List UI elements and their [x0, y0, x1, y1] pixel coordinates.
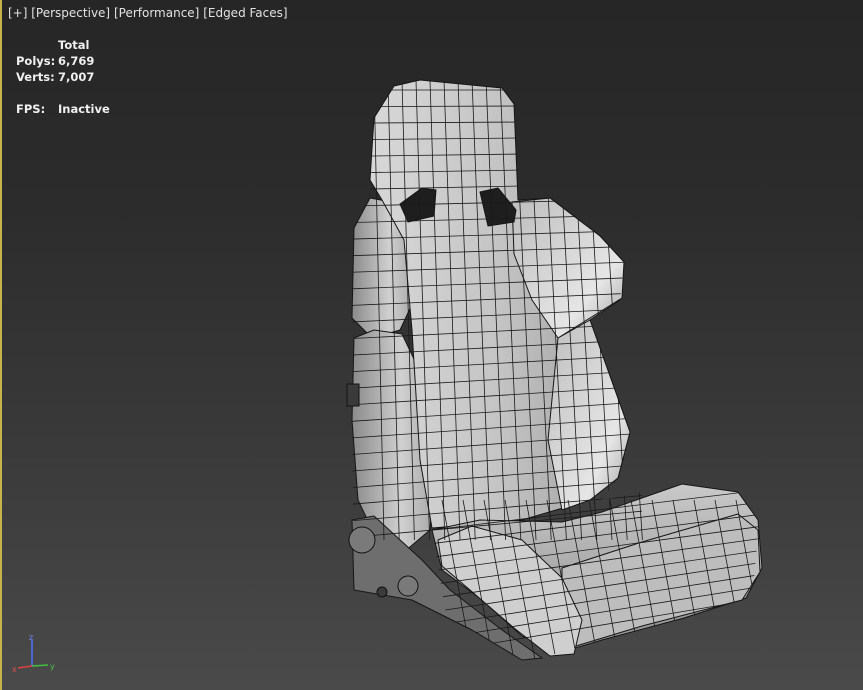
- axis-y-line: [31, 664, 49, 667]
- axis-tripod-gizmo: z x y: [12, 634, 55, 674]
- perspective-viewport[interactable]: [+] [Perspective] [Performance] [Edged F…: [0, 0, 863, 690]
- axis-x-label: x: [12, 665, 17, 674]
- adjust-knob-small: [376, 586, 388, 598]
- recline-knob-lower: [397, 575, 419, 597]
- axis-z-label: z: [29, 634, 33, 642]
- racing-seat-mesh[interactable]: [2, 0, 863, 690]
- recline-knob-upper: [348, 526, 376, 554]
- axis-x-line: [17, 665, 33, 669]
- axis-y-label: y: [50, 662, 55, 671]
- side-lever: [346, 383, 360, 407]
- seat-right-lower-bolster: [547, 319, 631, 511]
